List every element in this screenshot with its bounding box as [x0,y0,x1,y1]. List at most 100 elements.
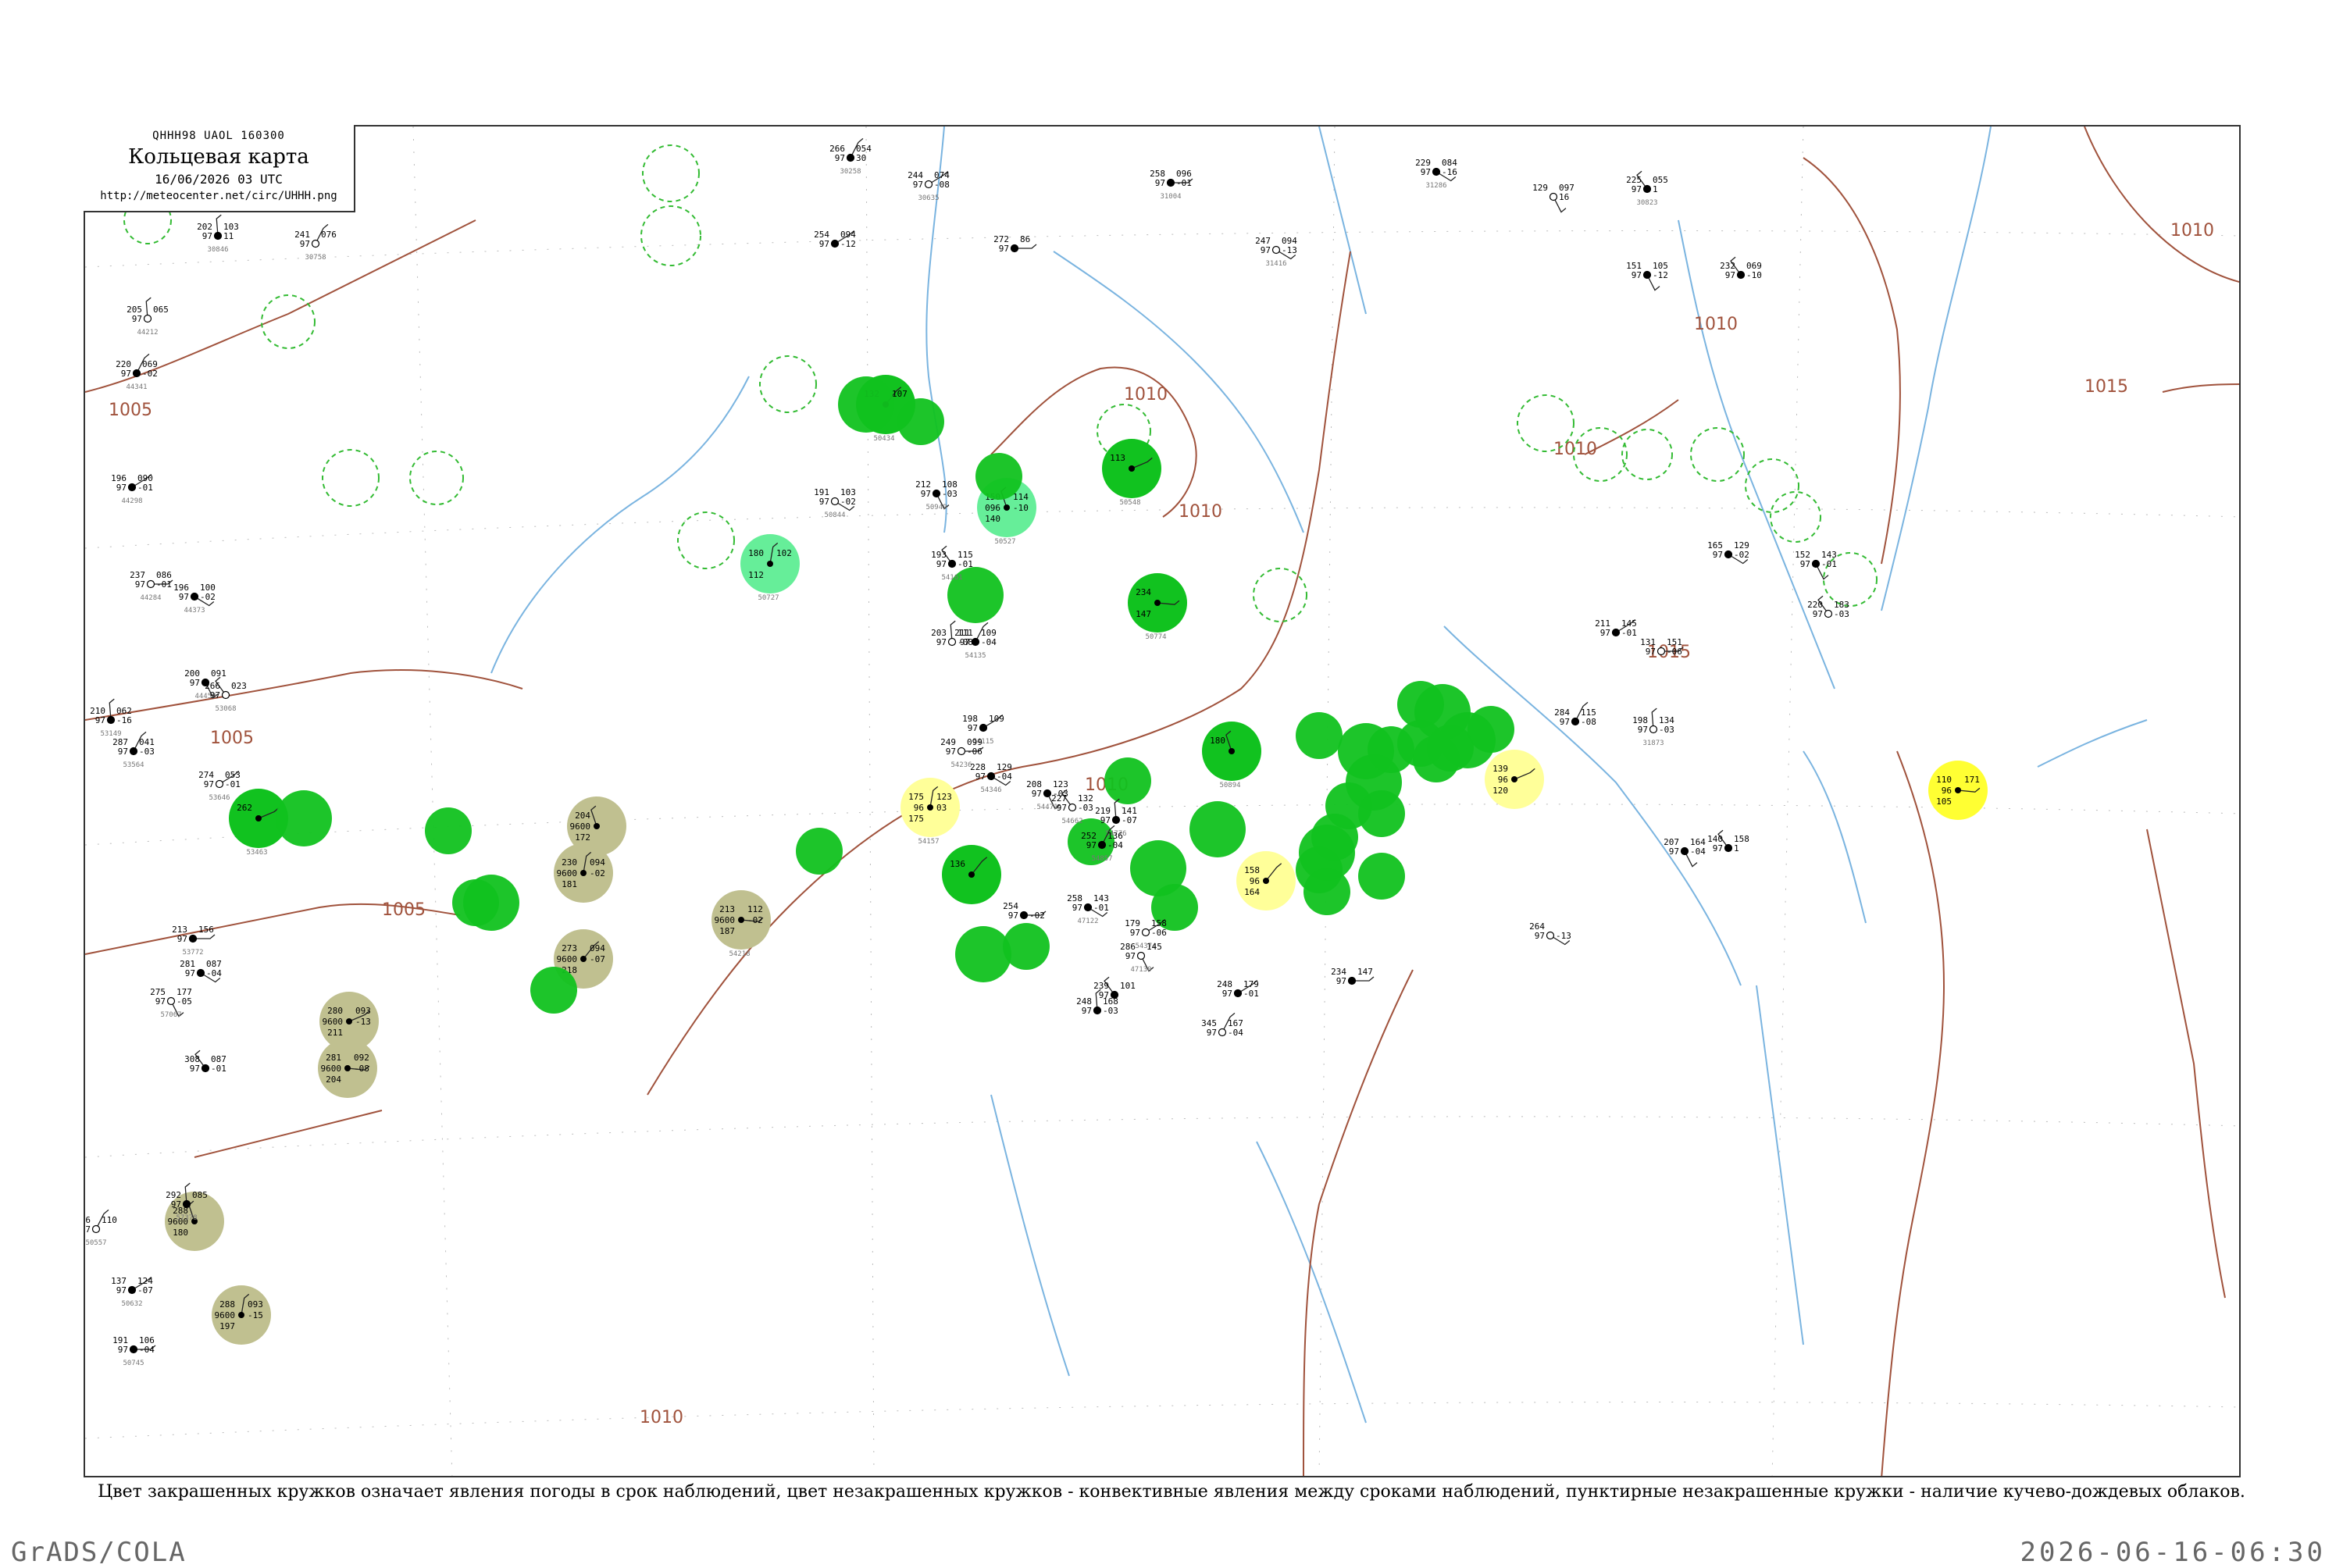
station-index: 31416 [1265,260,1286,268]
station-temperature: 180 [748,548,764,558]
station-pressure: 145 [1147,942,1162,952]
station-dewpoint: 211 [327,1028,343,1038]
station-temperature: 234 [1136,587,1151,597]
station-index: 53463 [246,849,267,857]
station-visibility: 97 [1713,550,1723,560]
station-visibility: 97 [121,369,131,379]
cloud-cover-icon [1043,789,1052,798]
station-visibility: 97 [177,934,187,944]
weather-phenomenon-circle [530,967,577,1014]
station-tendency: -13 [1556,931,1571,941]
station-marker: 22097183-03 [1807,595,1849,619]
station-pressure: 101 [1120,981,1136,991]
station-marker: 180 50894 [1202,722,1261,789]
isobar-label: 1005 [109,401,152,420]
station-tendency: -01 [225,779,241,789]
station-visibility: 9600 [321,1064,342,1074]
station-marker: 266970543030258 [829,137,872,176]
cloud-cover-icon [238,1312,244,1318]
station-tendency: -16 [116,715,132,725]
station-marker: 2069711050557 [85,1209,117,1247]
map-date: 16/06/2026 03 UTC [155,172,283,187]
station-temperature: 204 [575,811,590,821]
station-marker: 28797041-0353564 [112,731,155,769]
station-tendency: -07 [590,954,605,964]
station-marker: 21297108-0350949 [915,479,958,511]
station-tendency: 1 [1734,843,1739,853]
cloud-cover-icon [1093,1006,1102,1015]
station-index: 30758 [305,254,326,262]
station-temperature: 280 [327,1006,343,1016]
station-tendency: -04 [1690,846,1706,857]
weather-phenomenon-circle [975,453,1022,500]
station-marker: 2139715653772 [172,925,216,957]
cloud-cover-icon [91,1224,101,1234]
station-marker: 21097062-1653149 [90,698,132,738]
cloud-cover-icon [947,559,957,568]
station-visibility: 97 [155,996,166,1007]
cloud-cover-icon [190,592,199,601]
cloud-cover-icon [311,239,320,248]
station-visibility: 97 [1535,931,1545,941]
station-index: 50557 [85,1239,106,1247]
station-index: 44284 [140,594,161,602]
station-pressure: 065 [153,305,169,315]
station-marker: 11096105 171 [1928,761,1988,820]
map-caption: Цвет закрашенных кружков означает явлени… [98,1482,2245,1502]
cloud-cover-icon [1571,717,1580,726]
station-visibility: 97 [300,239,310,249]
station-tendency: -04 [1107,840,1123,850]
station-marker: 136 [942,845,1001,904]
station-pressure: 112 [747,904,763,914]
station-visibility: 97 [118,747,128,757]
station-temperature: 139 [1492,764,1508,774]
station-tendency: -04 [981,637,997,647]
station-tendency: -08 [1581,717,1596,727]
weather-phenomenon-circle [796,828,843,875]
station-tendency: 16 [1559,192,1569,202]
isobar-label: 1015 [2084,377,2128,397]
cloud-cover-icon [215,779,224,789]
station-visibility: 97 [135,579,145,590]
station-marker: 34597167-04 [1201,1012,1243,1038]
cloud-cover-icon [1154,600,1161,606]
cloud-cover-icon [166,996,176,1006]
station-temperature: 136 [950,859,965,869]
station-tendency: 30 [856,153,866,163]
station-temperature: 175 [908,792,924,802]
station-index: 54236 [950,761,972,769]
weather-phenomenon-circle [955,926,1011,982]
station-visibility: 97 [913,180,923,190]
weather-phenomenon-circle [838,376,894,433]
station-tendency: -04 [139,1345,155,1355]
station-marker: 16597129-02 [1707,540,1749,565]
station-marker: 15297143-01 [1795,550,1837,580]
station-visibility: 96 [914,803,924,813]
station-visibility: 97 [1632,184,1642,194]
cloud-cover-icon [1824,609,1833,618]
station-visibility: 97 [1032,789,1042,799]
cloud-cover-icon [1642,184,1652,194]
station-marker: 19197106-0450745 [112,1335,156,1367]
station-index: 30846 [207,246,228,254]
station-index: 57067 [160,1011,181,1019]
station-tendency: -04 [206,968,222,978]
station-pressure: 147 [1357,967,1373,977]
station-index: 30823 [1636,199,1657,207]
station-temperature: 158 [1244,865,1260,875]
station-temperature: 230 [562,857,577,868]
station-visibility: 97 [1222,989,1232,999]
cloud-cover-icon [968,871,975,878]
station-index: 50745 [123,1360,144,1367]
station-marker: 27497053-0153646 [198,770,241,802]
station-index: 53564 [123,761,144,769]
station-dewpoint: 112 [748,570,764,580]
station-pressure: 102 [776,548,792,558]
station-visibility: 97 [1082,1006,1092,1016]
station-marker: 20797164-04 [1664,837,1706,868]
station-marker: 2729786 [993,234,1037,254]
station-index: 54135 [965,652,986,660]
station-marker: 19897134-0331873 [1632,707,1674,747]
weather-phenomenon-circle [897,398,944,445]
station-tendency: -03 [1103,1006,1118,1016]
